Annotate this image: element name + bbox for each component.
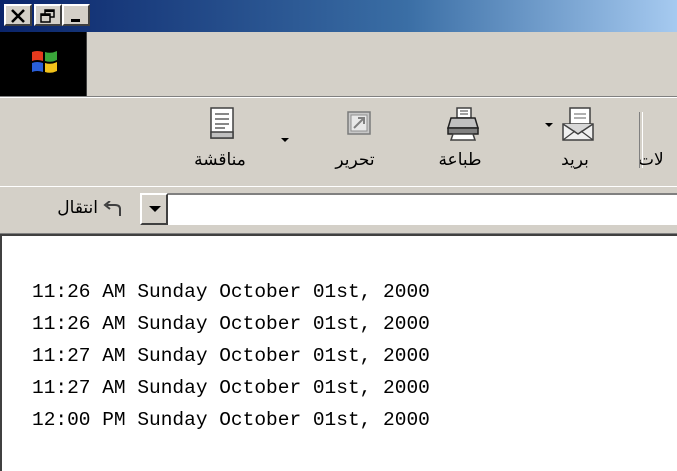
truncated-toolbar-label: لات	[640, 150, 664, 170]
go-label: انتقال	[57, 198, 98, 218]
throbber	[0, 32, 87, 96]
text-line: 11:26 AM Sunday October 01st, 2000	[32, 313, 430, 335]
text-line: 12:00 PM Sunday October 01st, 2000	[32, 409, 430, 431]
truncated-toolbar-button[interactable]: لات	[640, 98, 677, 186]
standard-toolbar: مناقشة تحرير طباعة بريد لات	[0, 97, 677, 186]
mail-button[interactable]: بريد	[530, 98, 620, 186]
restore-icon	[40, 9, 55, 23]
go-arrow-icon	[103, 201, 121, 216]
minimize-icon	[71, 19, 80, 22]
print-icon	[446, 107, 480, 141]
print-button[interactable]: طباعة	[415, 98, 505, 186]
title-bar	[0, 0, 677, 32]
document-content: 11:26 AM Sunday October 01st, 2000 11:26…	[0, 234, 677, 471]
restore-button[interactable]	[34, 4, 62, 26]
edit-icon	[347, 111, 371, 135]
menu-bar	[0, 32, 677, 97]
close-icon	[11, 9, 25, 23]
address-input[interactable]	[140, 193, 677, 225]
discuss-label: مناقشة	[194, 150, 246, 170]
address-bar: انتقال	[0, 186, 677, 234]
mail-label: بريد	[561, 150, 589, 170]
edit-button[interactable]: تحرير	[310, 98, 400, 186]
discuss-icon	[210, 107, 234, 139]
text-line: 11:27 AM Sunday October 01st, 2000	[32, 345, 430, 367]
minimize-button[interactable]	[62, 4, 90, 26]
print-label: طباعة	[438, 150, 482, 170]
text-line: 11:27 AM Sunday October 01st, 2000	[32, 377, 430, 399]
mail-dropdown-arrow-icon[interactable]	[545, 123, 553, 127]
chevron-down-icon	[149, 206, 161, 212]
go-button[interactable]: انتقال	[4, 193, 126, 225]
text-line: 11:26 AM Sunday October 01st, 2000	[32, 281, 430, 303]
discuss-dropdown-arrow-icon[interactable]	[281, 138, 289, 142]
discuss-button[interactable]: مناقشة	[175, 98, 265, 186]
close-button[interactable]	[4, 4, 32, 26]
edit-label: تحرير	[335, 150, 375, 170]
windows-logo-icon	[32, 51, 57, 73]
text-lines: 11:26 AM Sunday October 01st, 2000 11:26…	[32, 276, 430, 436]
mail-icon	[562, 107, 594, 141]
address-dropdown-button[interactable]	[140, 193, 168, 225]
